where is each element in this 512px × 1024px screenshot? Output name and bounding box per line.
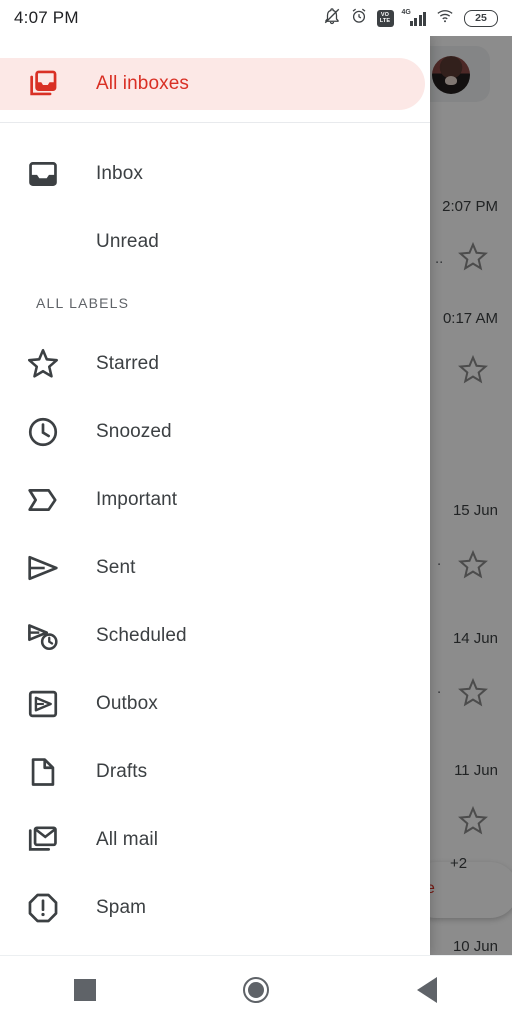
alarm-icon [350, 7, 368, 30]
drawer-item-all-inboxes[interactable]: All inboxes [0, 50, 430, 118]
drawer-item-all-mail[interactable]: All mail [0, 806, 430, 874]
drawer-item-label: Spam [96, 897, 147, 918]
signal-4g-icon: 4G [401, 9, 426, 26]
square-icon [74, 979, 97, 1001]
wifi-icon [435, 7, 455, 30]
signal-bar [409, 21, 413, 26]
drawer-item-outbox[interactable]: Outbox [0, 670, 430, 738]
drawer-item-label: Important [96, 489, 178, 510]
drawer-item-inbox[interactable]: Inbox [0, 140, 430, 208]
star-icon [26, 347, 70, 381]
drawer-section-header: ALL LABELS [36, 295, 130, 311]
drawer-top-spacer [0, 36, 430, 50]
home-button[interactable] [224, 958, 288, 1022]
navigation-drawer: All inboxes Inbox Unread ALL LABELS Star… [0, 36, 430, 955]
important-label-icon [26, 483, 70, 517]
no-icon-placeholder [26, 225, 70, 259]
status-bar-clock: 4:07 PM [14, 8, 79, 27]
drawer-item-starred[interactable]: Starred [0, 330, 430, 398]
circle-icon [242, 977, 269, 1003]
all-mail-icon [26, 823, 70, 857]
drawer-item-label: Starred [96, 353, 160, 374]
signal-bar [418, 15, 422, 26]
clock-icon [26, 415, 70, 449]
drawer-item-label: Snoozed [96, 421, 172, 442]
send-icon [26, 551, 70, 585]
volte-line2: LTE [379, 18, 391, 24]
drawer-item-drafts[interactable]: Drafts [0, 738, 430, 806]
battery-icon: 25 [464, 9, 498, 27]
triangle-back-icon [416, 977, 437, 1003]
draft-document-icon [26, 755, 70, 789]
outbox-icon [26, 687, 70, 721]
system-navigation-bar [0, 955, 512, 1024]
scheduled-send-icon [26, 619, 70, 653]
drawer-item-unread[interactable]: Unread [0, 208, 430, 276]
drawer-item-label: All inboxes [96, 73, 189, 94]
drawer-item-label: Sent [96, 557, 136, 578]
all-inboxes-icon [26, 67, 70, 101]
drawer-item-snoozed[interactable]: Snoozed [0, 398, 430, 466]
drawer-divider [0, 122, 430, 123]
drawer-item-label: All mail [96, 829, 159, 850]
signal-bar [414, 18, 417, 26]
battery-level-label: 25 [475, 12, 487, 24]
drawer-item-label: Scheduled [96, 625, 187, 646]
drawer-item-label: Drafts [96, 761, 148, 782]
drawer-item-scheduled[interactable]: Scheduled [0, 602, 430, 670]
drawer-item-spam[interactable]: Spam [0, 874, 430, 942]
inbox-icon [26, 157, 70, 191]
drawer-item-label: Unread [96, 231, 159, 252]
drawer-item-sent[interactable]: Sent [0, 534, 430, 602]
drawer-item-label: Inbox [96, 163, 143, 184]
signal-bar [423, 12, 426, 26]
volte-icon: VO LTE [376, 9, 394, 27]
drawer-item-label: Outbox [96, 693, 158, 714]
drawer-item-important[interactable]: Important [0, 466, 430, 534]
notifications-off-icon [323, 7, 341, 30]
spam-icon [26, 891, 70, 925]
back-button[interactable] [395, 958, 459, 1022]
status-bar: 4:07 PM VO LTE 4G 25 [0, 0, 512, 36]
network-type-label: 4G [401, 9, 411, 16]
recents-button[interactable] [53, 958, 117, 1022]
status-bar-icons: VO LTE 4G 25 [323, 7, 498, 30]
